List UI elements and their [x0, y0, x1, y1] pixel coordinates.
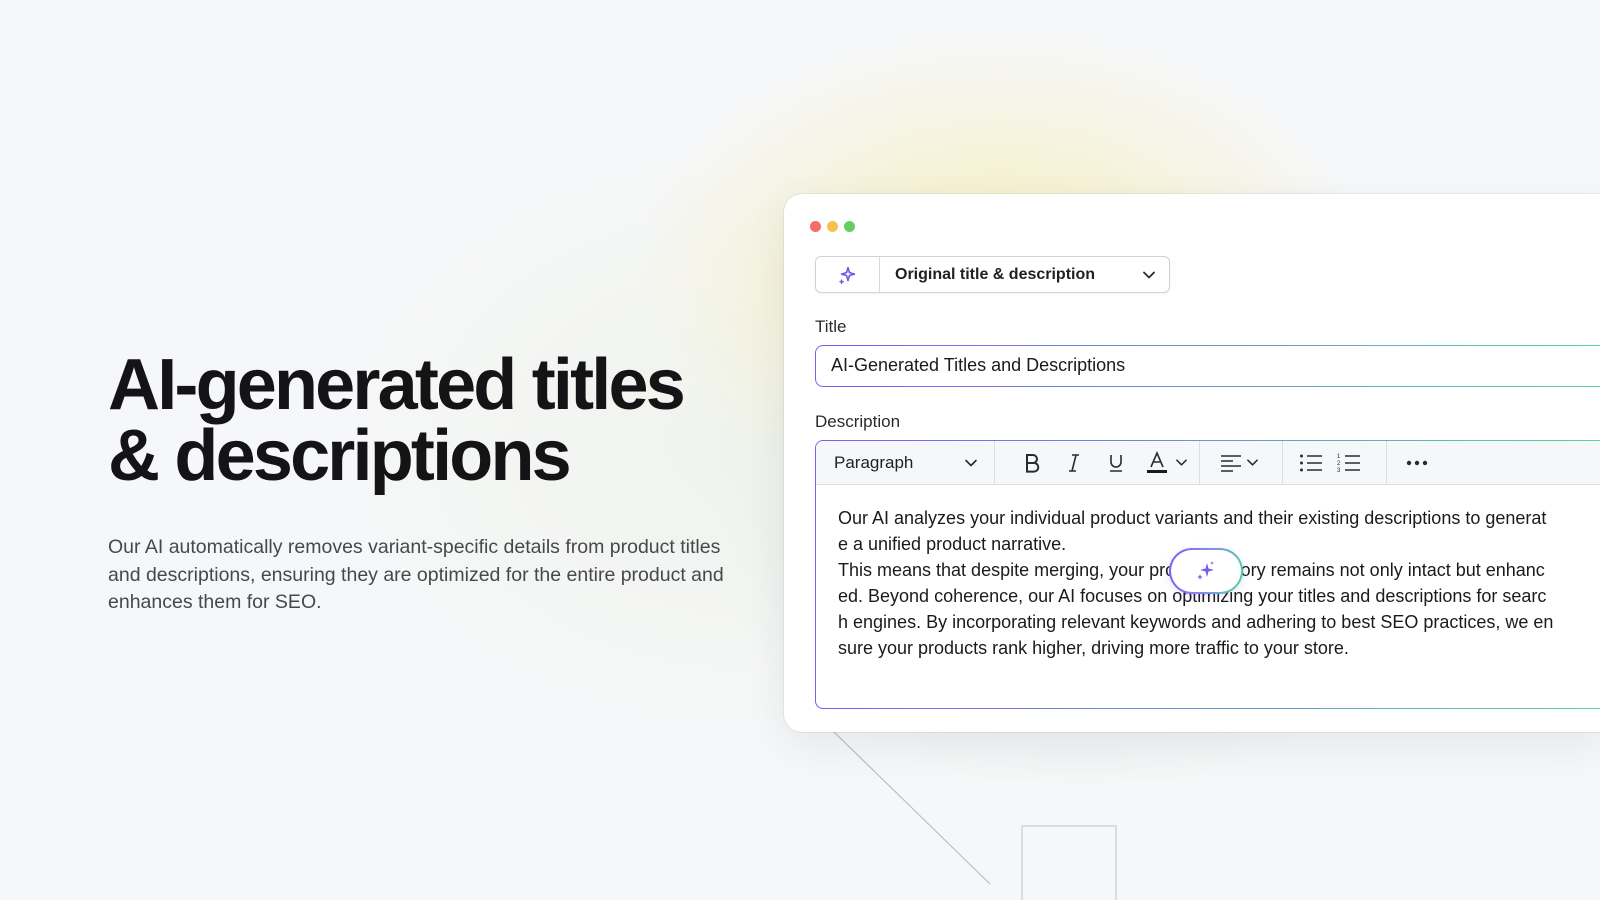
version-dropdown-value: Original title & description	[895, 265, 1096, 283]
svg-text:1: 1	[1337, 454, 1341, 460]
hero-section: AI-generated titles & descriptions Our A…	[108, 345, 748, 617]
underline-button[interactable]	[1095, 441, 1137, 484]
bullet-list-icon	[1300, 454, 1322, 471]
text-color-button[interactable]	[1137, 441, 1195, 484]
description-label: Description	[815, 412, 901, 431]
chevron-down-icon	[1247, 459, 1258, 466]
svg-text:3: 3	[1337, 468, 1341, 474]
chevron-down-icon	[1129, 257, 1169, 292]
italic-button[interactable]	[1053, 441, 1095, 484]
align-left-icon	[1221, 454, 1241, 472]
align-dropdown[interactable]	[1200, 441, 1283, 484]
hero-title: AI-generated titles & descriptions	[108, 345, 748, 496]
more-options-button[interactable]	[1387, 441, 1447, 484]
underline-icon	[1110, 454, 1122, 472]
text-color-icon	[1146, 450, 1167, 473]
block-style-dropdown[interactable]: Paragraph	[816, 441, 995, 484]
chevron-down-icon	[965, 459, 977, 466]
ai-generate-button[interactable]	[1169, 548, 1243, 594]
editor-window: Original title & description Title AI-Ge…	[784, 194, 1600, 732]
hero-title-line-2: & descriptions	[108, 416, 572, 496]
sparkles-icon	[816, 257, 880, 292]
chevron-down-icon	[1175, 459, 1187, 466]
svg-text:2: 2	[1337, 461, 1341, 467]
block-style-value: Paragraph	[834, 452, 914, 472]
minimize-window-button[interactable]	[827, 221, 838, 232]
bold-icon	[1026, 453, 1040, 473]
sparkles-icon	[1197, 561, 1214, 580]
numbered-list-icon: 123	[1337, 454, 1360, 474]
window-controls	[810, 221, 855, 232]
list-group: 123	[1283, 441, 1387, 484]
format-group	[995, 441, 1200, 484]
bullet-list-button[interactable]	[1299, 441, 1323, 484]
more-icon	[1406, 460, 1428, 465]
title-input[interactable]: AI-Generated Titles and Descriptions	[815, 345, 1600, 387]
close-window-button[interactable]	[810, 221, 821, 232]
maximize-window-button[interactable]	[844, 221, 855, 232]
hero-subtitle: Our AI automatically removes variant-spe…	[108, 536, 724, 613]
editor-toolbar: Paragraph 1 2 3	[816, 441, 1600, 485]
bold-button[interactable]	[1011, 441, 1053, 484]
version-dropdown[interactable]: Original title & description	[815, 256, 1170, 293]
title-label: Title	[815, 317, 847, 336]
italic-icon	[1069, 453, 1079, 472]
hero-title-line-1: AI-generated titles	[108, 345, 686, 425]
numbered-list-button[interactable]: 123	[1337, 441, 1361, 484]
